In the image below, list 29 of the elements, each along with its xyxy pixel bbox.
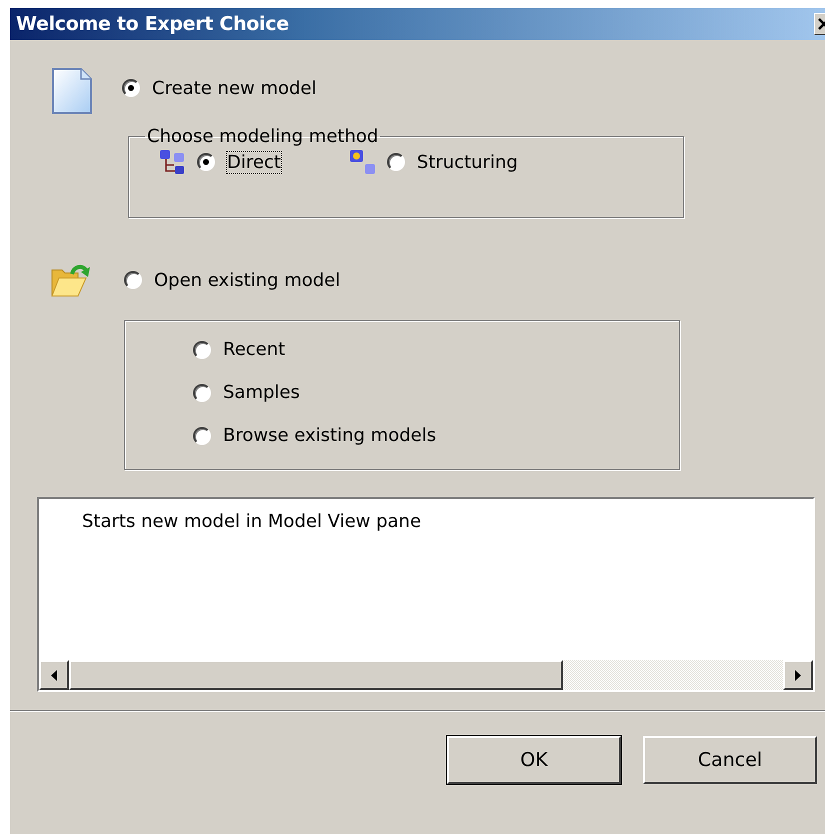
radio-button[interactable]: [386, 153, 405, 171]
option-label: Recent: [223, 339, 286, 360]
dialog-button[interactable]: OK: [447, 736, 621, 784]
group-label: Choose modeling method: [146, 126, 380, 147]
window-title: Welcome to Expert Choice: [15, 13, 289, 35]
option-label: Create new model: [152, 78, 317, 98]
radio-button[interactable]: [193, 426, 211, 444]
scroll-right-button[interactable]: [783, 660, 813, 690]
radio-button[interactable]: [193, 340, 211, 358]
horizontal-scrollbar[interactable]: [39, 660, 813, 690]
description-text: Starts new model in Model View pane: [81, 510, 422, 532]
option-label: Samples: [223, 382, 300, 403]
nodes-icon: [348, 149, 377, 175]
folder-icon: [50, 262, 92, 298]
hierarchy-icon: [159, 149, 187, 175]
option-label: Structuring: [416, 152, 518, 172]
radio-button[interactable]: [124, 271, 142, 289]
radio-button[interactable]: [193, 384, 211, 402]
radio-button[interactable]: [122, 79, 140, 97]
radio-button[interactable]: [197, 153, 215, 171]
document-icon: [52, 68, 92, 114]
dialog-button[interactable]: Cancel: [643, 736, 817, 784]
option-label: Browse existing models: [223, 425, 436, 446]
scroll-left-button[interactable]: [39, 660, 69, 690]
option-label: Direct: [227, 152, 281, 172]
right-arrow-icon: [795, 670, 801, 680]
scroll-thumb[interactable]: [69, 660, 563, 690]
option-label: Open existing model: [154, 270, 340, 290]
left-arrow-icon: [51, 670, 57, 680]
